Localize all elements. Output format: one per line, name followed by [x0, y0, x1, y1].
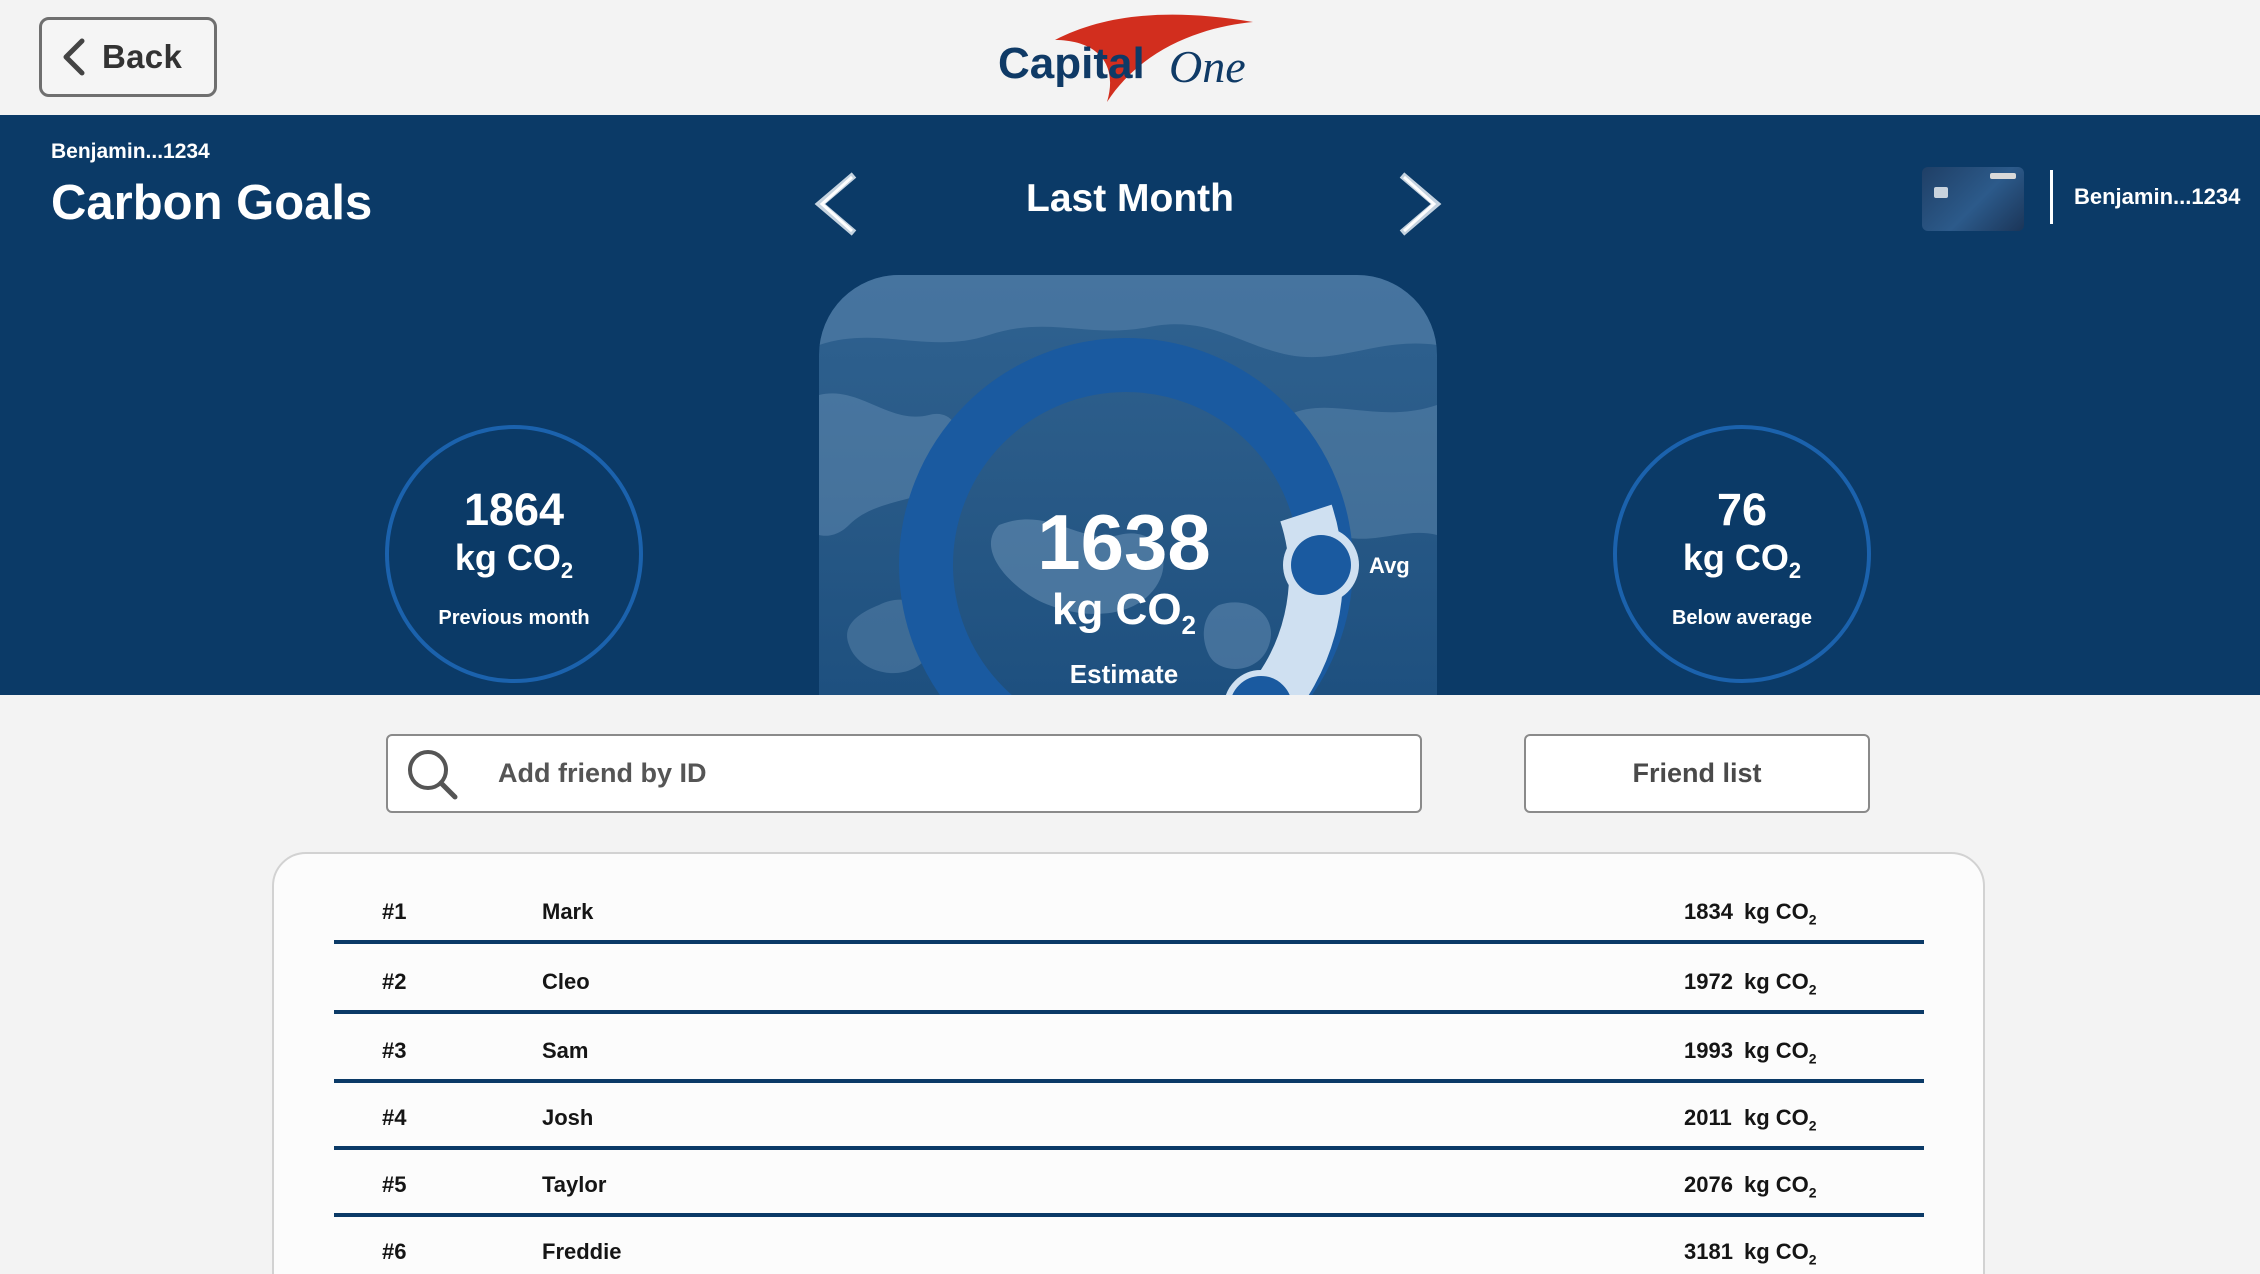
- co2-unit: kg CO2: [1744, 1038, 1817, 1067]
- below-average-stat: 76 kg CO2 Below average: [1613, 425, 1871, 683]
- avg-label: Avg: [1369, 553, 1410, 578]
- friend-list-button[interactable]: Friend list: [1524, 734, 1870, 813]
- friend-name: Mark: [542, 899, 594, 924]
- below-average-unit: kg CO2: [1682, 537, 1802, 584]
- add-friend-input[interactable]: [498, 758, 1378, 789]
- co2-unit: kg CO2: [1744, 1239, 1817, 1268]
- friend-name: Taylor: [542, 1172, 607, 1197]
- friend-name: Sam: [542, 1038, 589, 1063]
- friend-name: Josh: [542, 1105, 594, 1130]
- co2-unit: kg CO2: [1744, 1172, 1817, 1201]
- leaderboard-row[interactable]: #3 Sam 1993 kg CO2: [334, 1016, 1924, 1083]
- estimate-value: 1638: [1037, 498, 1211, 586]
- search-icon: [408, 749, 458, 799]
- back-button-label: Back: [102, 38, 183, 75]
- rank: #2: [382, 969, 407, 994]
- logo-text-capital: Capital: [998, 39, 1145, 88]
- card-chip-icon: [1934, 187, 1948, 198]
- card-logo-icon: [1990, 173, 2016, 179]
- chevron-right-icon[interactable]: [1392, 169, 1448, 239]
- leaderboard: #1 Mark 1834 kg CO2 #2 Cleo 1972 kg CO2 …: [272, 852, 1985, 1274]
- co2-value: 1834: [1684, 899, 1733, 924]
- top-bar: Back Capital One: [0, 0, 2260, 115]
- below-average-value: 76: [1716, 484, 1768, 535]
- leaderboard-row[interactable]: #6 Freddie 3181 kg CO2: [334, 1217, 1924, 1274]
- previous-month-unit: kg CO2: [454, 537, 574, 584]
- leaderboard-row[interactable]: #5 Taylor 2076 kg CO2: [334, 1150, 1924, 1217]
- co2-value: 1972: [1684, 969, 1733, 994]
- co2-value: 2076: [1684, 1172, 1733, 1197]
- rank: #1: [382, 899, 407, 924]
- estimate-unit: kg CO2: [1051, 585, 1197, 640]
- co2-value: 2011: [1684, 1105, 1732, 1130]
- back-button[interactable]: Back: [39, 17, 217, 97]
- friend-name: Cleo: [542, 969, 590, 994]
- add-friend-search[interactable]: [386, 734, 1422, 813]
- chevron-left-icon[interactable]: [808, 169, 864, 239]
- co2-unit: kg CO2: [1744, 1105, 1817, 1134]
- leaderboard-row[interactable]: #4 Josh 2011 kg CO2: [334, 1083, 1924, 1150]
- leaderboard-row[interactable]: #1 Mark 1834 kg CO2: [334, 877, 1924, 944]
- previous-month-stat: 1864 kg CO2 Previous month: [385, 425, 643, 683]
- below-average-caption: Below average: [1671, 607, 1813, 629]
- rank: #3: [382, 1038, 407, 1063]
- rank: #5: [382, 1172, 407, 1197]
- previous-month-value: 1864: [463, 484, 565, 535]
- rank: #6: [382, 1239, 407, 1264]
- friend-name: Freddie: [542, 1239, 622, 1264]
- co2-unit: kg CO2: [1744, 969, 1817, 998]
- divider: [2050, 170, 2053, 224]
- co2-unit: kg CO2: [1744, 899, 1817, 928]
- capital-one-logo: Capital One: [998, 14, 1253, 102]
- period-label: Last Month: [1026, 177, 1234, 220]
- account-id-small: Benjamin...1234: [51, 140, 210, 163]
- co2-value: 3181: [1684, 1239, 1733, 1264]
- logo-text-one: One: [1169, 41, 1246, 92]
- estimate-gauge: 1638 kg CO2 Estimate Avg: [819, 275, 1437, 695]
- card-thumbnail[interactable]: [1922, 167, 2024, 231]
- page-title: Carbon Goals: [51, 176, 373, 230]
- carbon-hero: Benjamin...1234 Carbon Goals Last Month …: [0, 115, 2260, 695]
- estimate-caption: Estimate: [1069, 659, 1179, 689]
- co2-value: 1993: [1684, 1038, 1733, 1063]
- chevron-left-icon: [63, 38, 85, 76]
- leaderboard-row[interactable]: #2 Cleo 1972 kg CO2: [334, 947, 1924, 1014]
- account-id: Benjamin...1234: [2074, 184, 2241, 209]
- previous-month-caption: Previous month: [438, 607, 590, 629]
- rank: #4: [382, 1105, 407, 1130]
